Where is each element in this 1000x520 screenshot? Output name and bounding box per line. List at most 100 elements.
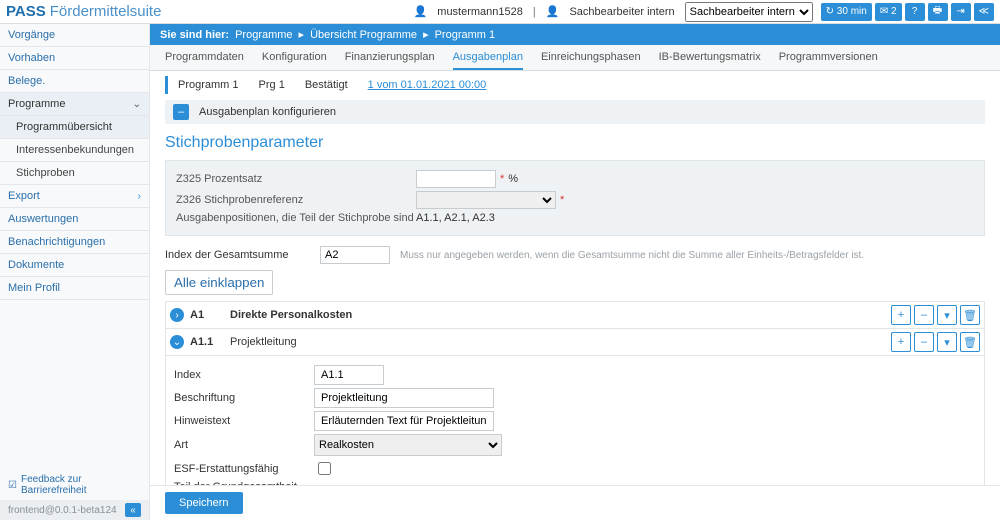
- frontend-version: frontend@0.0.1-beta124: [8, 505, 117, 516]
- tab-konfiguration[interactable]: Konfiguration: [262, 45, 327, 70]
- tab-ib-bewertungsmatrix[interactable]: IB-Bewertungsmatrix: [659, 45, 761, 70]
- breadcrumb-link-1[interactable]: Programme: [235, 29, 292, 41]
- add-button[interactable]: +: [891, 332, 911, 352]
- pct-unit: %: [508, 173, 518, 185]
- program-version-row: Programm 1 Prg 1 Bestätigt 1 vom 01.01.2…: [165, 76, 985, 94]
- sidebar-item-programmuebersicht[interactable]: Programmübersicht: [0, 116, 149, 139]
- remove-button[interactable]: –: [914, 305, 934, 325]
- sidebar-item-vorgaenge[interactable]: Vorgänge: [0, 24, 149, 47]
- side-nav: Vorgänge Vorhaben Belege. Programme⌄ Pro…: [0, 24, 149, 470]
- tab-ausgabenplan[interactable]: Ausgabenplan: [453, 45, 523, 70]
- sidebar-item-export[interactable]: Export›: [0, 185, 149, 208]
- detail-index-label: Index: [174, 369, 314, 381]
- top-bar: PASS Fördermittelsuite 👤 mustermann1528 …: [0, 0, 1000, 24]
- username: mustermann1528: [437, 6, 523, 18]
- delete-button[interactable]: 🗑: [960, 305, 980, 325]
- sidebar-item-programme[interactable]: Programme⌄: [0, 93, 149, 116]
- print-button[interactable]: 🖶: [928, 3, 948, 21]
- row-code: A1: [190, 309, 230, 321]
- checkbox-icon: ☑: [8, 480, 17, 491]
- detail-art-select[interactable]: Realkosten: [314, 434, 502, 456]
- help-button[interactable]: ?: [905, 3, 925, 21]
- breadcrumb-current: Programm 1: [435, 29, 496, 41]
- user-meta: 👤 mustermann1528 | 👤 Sachbearbeiter inte…: [414, 2, 813, 22]
- detail-hinweis-input[interactable]: [314, 411, 494, 431]
- tab-finanzierungsplan[interactable]: Finanzierungsplan: [345, 45, 435, 70]
- tab-bar: Programmdaten Konfiguration Finanzierung…: [150, 45, 1000, 71]
- content: Sie sind hier: Programme ▸ Übersicht Pro…: [150, 24, 1000, 520]
- sidebar-item-interessen[interactable]: Interessenbekundungen: [0, 139, 149, 162]
- row-detail: Index Beschriftung Hinweistext ArtRealko…: [165, 356, 985, 485]
- chevron-right-icon: ›: [138, 191, 141, 202]
- logout-button[interactable]: ⇥: [951, 3, 971, 21]
- tab-programmdaten[interactable]: Programmdaten: [165, 45, 244, 70]
- row-label: Projektleitung: [230, 336, 891, 348]
- brand-logo: PASS Fördermittelsuite: [6, 3, 161, 20]
- detail-beschr-input[interactable]: [314, 388, 494, 408]
- add-button[interactable]: +: [891, 305, 911, 325]
- sidebar-item-mein-profil[interactable]: Mein Profil: [0, 277, 149, 300]
- sidebar-item-dokumente[interactable]: Dokumente: [0, 254, 149, 277]
- delete-button[interactable]: 🗑: [960, 332, 980, 352]
- index-label: Index der Gesamtsumme: [165, 249, 310, 261]
- detail-index-input[interactable]: [314, 365, 384, 385]
- accessibility-feedback-link[interactable]: ☑ Feedback zur Barrierefreiheit: [8, 474, 141, 496]
- sidebar-collapse-button[interactable]: «: [125, 503, 141, 517]
- detail-art-label: Art: [174, 439, 314, 451]
- collapse-all-button[interactable]: Alle einklappen: [165, 270, 273, 295]
- collapse-icon[interactable]: ⌄: [170, 335, 184, 349]
- save-button[interactable]: Speichern: [165, 492, 243, 514]
- pct-input[interactable]: [416, 170, 496, 188]
- required-icon: *: [560, 194, 564, 206]
- panel-header: – Ausgabenplan konfigurieren: [165, 100, 985, 124]
- movedown-button[interactable]: ▾: [937, 305, 957, 325]
- breadcrumb: Sie sind hier: Programme ▸ Übersicht Pro…: [150, 24, 1000, 45]
- detail-beschr-label: Beschriftung: [174, 392, 314, 404]
- index-hint: Muss nur angegeben werden, wenn die Gesa…: [400, 250, 864, 261]
- program-short: Prg 1: [259, 79, 285, 91]
- pct-label: Z325 Prozentsatz: [176, 173, 416, 185]
- top-action-icons: ↻ 30 min ✉ 2 ? 🖶 ⇥ ≪: [821, 3, 994, 21]
- footer-bar: Speichern: [150, 485, 1000, 520]
- user-icon: 👤: [414, 5, 428, 18]
- panel-title: Ausgabenplan konfigurieren: [199, 106, 336, 118]
- breadcrumb-prefix: Sie sind hier:: [160, 29, 229, 41]
- ref-label: Z326 Stichprobenreferenz: [176, 194, 416, 206]
- role-select[interactable]: Sachbearbeiter intern: [685, 2, 813, 22]
- sidebar-item-vorhaben[interactable]: Vorhaben: [0, 47, 149, 70]
- brand-sub: Fördermittelsuite: [50, 3, 162, 20]
- detail-hinweis-label: Hinweistext: [174, 415, 314, 427]
- sidebar-item-stichproben[interactable]: Stichproben: [0, 162, 149, 185]
- program-name: Programm 1: [178, 79, 239, 91]
- program-version-link[interactable]: 1 vom 01.01.2021 00:00: [368, 79, 487, 91]
- remove-button[interactable]: –: [914, 332, 934, 352]
- sidebar-item-auswertungen[interactable]: Auswertungen: [0, 208, 149, 231]
- panel-collapse-button[interactable]: –: [173, 104, 189, 120]
- table-row: ⌄ A1.1 Projektleitung + – ▾ 🗑: [165, 329, 985, 356]
- sidebar: Vorgänge Vorhaben Belege. Programme⌄ Pro…: [0, 24, 150, 520]
- pos-value: A1.1, A2.1, A2.3: [416, 212, 495, 224]
- expand-button[interactable]: ≪: [974, 3, 994, 21]
- breadcrumb-link-2[interactable]: Übersicht Programme: [310, 29, 417, 41]
- detail-esf-label: ESF-Erstattungsfähig: [174, 463, 314, 475]
- sidebar-item-benachrichtigungen[interactable]: Benachrichtigungen: [0, 231, 149, 254]
- tab-programmversionen[interactable]: Programmversionen: [779, 45, 878, 70]
- mail-button[interactable]: ✉ 2: [875, 3, 902, 21]
- required-icon: *: [500, 173, 504, 185]
- movedown-button[interactable]: ▾: [937, 332, 957, 352]
- section-title: Stichprobenparameter: [165, 134, 985, 152]
- pos-label: Ausgabenpositionen, die Teil der Stichpr…: [176, 212, 416, 224]
- sidebar-item-belege[interactable]: Belege.: [0, 70, 149, 93]
- detail-esf-checkbox[interactable]: [318, 462, 331, 475]
- role-label: Sachbearbeiter intern: [569, 6, 674, 18]
- stichproben-params: Z325 Prozentsatz * % Z326 Stichprobenref…: [165, 160, 985, 236]
- frontend-version-bar: frontend@0.0.1-beta124 «: [0, 500, 149, 520]
- table-row: › A1 Direkte Personalkosten + – ▾ 🗑: [165, 301, 985, 329]
- expand-icon[interactable]: ›: [170, 308, 184, 322]
- session-timer-button[interactable]: ↻ 30 min: [821, 3, 872, 21]
- role-icon: 👤: [546, 5, 560, 18]
- ref-select[interactable]: [416, 191, 556, 209]
- index-input[interactable]: [320, 246, 390, 264]
- tab-einreichungsphasen[interactable]: Einreichungsphasen: [541, 45, 641, 70]
- chevron-down-icon: ⌄: [133, 99, 141, 110]
